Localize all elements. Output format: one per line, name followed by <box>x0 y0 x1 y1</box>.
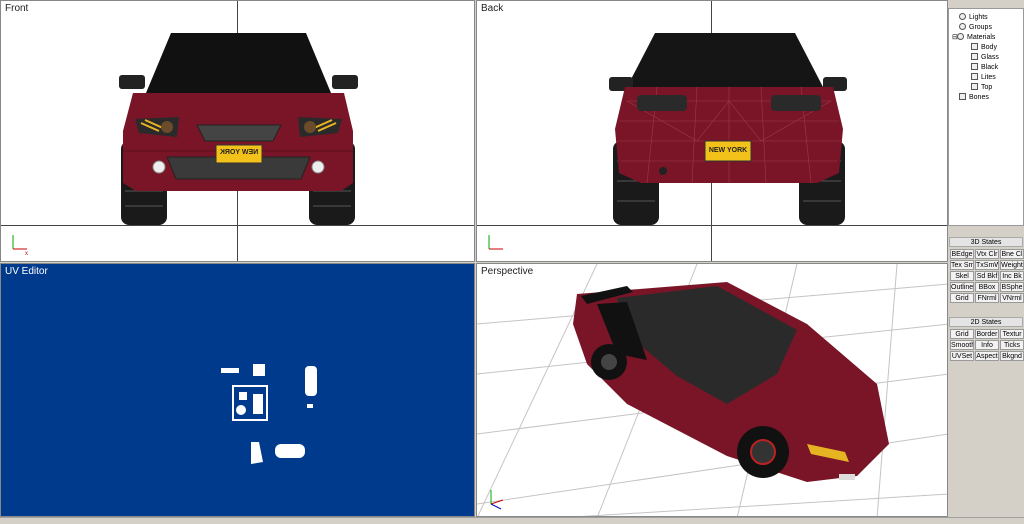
tree-item-body[interactable]: Body <box>971 43 997 53</box>
svg-text:x: x <box>25 251 28 255</box>
tree-item-black[interactable]: Black <box>971 63 998 73</box>
state-button-weight[interactable]: Weight <box>1000 260 1024 270</box>
state-button-bedge[interactable]: BEdge <box>950 249 974 259</box>
tree-item-bones[interactable]: Bones <box>959 93 989 103</box>
perspective-scene <box>477 264 947 516</box>
state-button-ticks[interactable]: Ticks <box>1000 340 1024 350</box>
light-icon <box>959 13 966 20</box>
state-button-tex-sm[interactable]: Tex Sm <box>950 260 974 270</box>
perspective-viewport[interactable]: Perspective <box>476 263 948 517</box>
state-button-bkgnd[interactable]: Bkgnd <box>1000 351 1024 361</box>
state-button-grid-3d[interactable]: Grid <box>950 293 974 303</box>
front-viewport-title: Front <box>5 3 29 14</box>
state-button-textur[interactable]: Textur <box>1000 329 1024 339</box>
uv-editor-title: UV Editor <box>5 266 48 277</box>
state-button-vnrml[interactable]: VNrml <box>1000 293 1024 303</box>
state-button-txsmwr[interactable]: TxSmWr <box>975 260 999 270</box>
state-button-sd-bkf[interactable]: Sd Bkf <box>975 271 999 281</box>
state-button-border[interactable]: Border <box>975 329 999 339</box>
car-front-model <box>119 33 358 225</box>
group-icon <box>959 23 966 30</box>
material-swatch-icon <box>971 73 978 80</box>
back-license-plate: NEW YORK <box>708 147 748 154</box>
tree-item-lites[interactable]: Lites <box>971 73 996 83</box>
material-swatch-icon <box>971 63 978 70</box>
side-panel: Lights Groups ⊟ Materials Body Glass Blac… <box>948 0 1024 523</box>
back-viewport-title: Back <box>481 3 504 14</box>
axis-gizmo-icon: x <box>12 235 28 255</box>
material-swatch-icon <box>971 43 978 50</box>
car-back-model <box>609 33 847 225</box>
material-icon <box>957 33 964 40</box>
state-button-bne-cl[interactable]: Bne Cl <box>1000 249 1024 259</box>
perspective-viewport-title: Perspective <box>481 266 534 277</box>
tree-item-materials[interactable]: ⊟ Materials <box>952 33 995 43</box>
uv-islands <box>221 364 317 464</box>
state-button-info[interactable]: Info <box>975 340 999 350</box>
state-button-grid-2d[interactable]: Grid <box>950 329 974 339</box>
states-3d-header: 3D States <box>949 237 1023 247</box>
tree-item-groups[interactable]: Groups <box>959 23 992 33</box>
state-button-bbox[interactable]: BBox <box>975 282 999 292</box>
state-button-outline[interactable]: Outline <box>950 282 974 292</box>
material-swatch-icon <box>971 53 978 60</box>
tree-item-top[interactable]: Top <box>971 83 992 93</box>
axis-gizmo-icon <box>488 235 503 250</box>
axis-gizmo-icon <box>490 490 504 510</box>
front-viewport[interactable]: Front NEW YORK x <box>0 0 475 262</box>
state-button-aspect[interactable]: Aspect <box>975 351 999 361</box>
state-button-vtx-clr[interactable]: Vtx Clr <box>975 249 999 259</box>
tree-item-glass[interactable]: Glass <box>971 53 999 63</box>
state-button-bsphe[interactable]: BSphe <box>1000 282 1024 292</box>
state-button-inc-bk[interactable]: Inc Bk <box>1000 271 1024 281</box>
material-swatch-icon <box>971 83 978 90</box>
state-button-skel[interactable]: Skel <box>950 271 974 281</box>
state-button-uvset[interactable]: UVSet <box>950 351 974 361</box>
scene-tree[interactable]: Lights Groups ⊟ Materials Body Glass Blac… <box>948 8 1024 226</box>
bone-icon <box>959 93 966 100</box>
state-button-fnrml[interactable]: FNrml <box>975 293 999 303</box>
back-viewport[interactable]: Back NEW YORK <box>476 0 948 262</box>
tree-item-lights[interactable]: Lights <box>959 13 988 23</box>
front-license-plate: NEW YORK <box>219 149 259 156</box>
state-button-smooth[interactable]: Smooth <box>950 340 974 350</box>
states-2d-header: 2D States <box>949 317 1023 327</box>
uv-editor-viewport[interactable]: UV Editor <box>0 263 475 517</box>
